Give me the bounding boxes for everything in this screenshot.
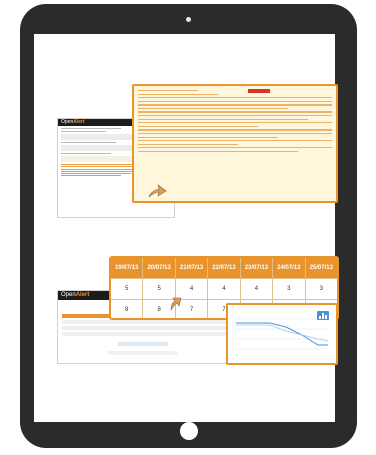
table-cell: 3	[319, 286, 323, 292]
table-row: 5 5 4 4 4 3 3	[111, 278, 337, 299]
popup-line	[138, 115, 332, 117]
popup-line	[138, 93, 218, 95]
table-header-cell: 25/07/13	[305, 258, 337, 278]
popup-red-badge	[248, 89, 270, 93]
table-header-cell: 22/07/13	[208, 258, 241, 278]
table-header-cell: 21/07/13	[175, 258, 209, 278]
popup-line	[138, 125, 258, 127]
series-line-2	[236, 324, 329, 342]
mini-table-row	[62, 326, 227, 330]
table-header-cell: 19/07/13	[111, 258, 144, 278]
popup-line	[138, 118, 308, 120]
mini-orange-line	[61, 173, 131, 175]
popup-line	[138, 132, 332, 135]
camera-dot	[186, 17, 191, 22]
popup-line	[138, 122, 332, 124]
popup-line	[138, 140, 332, 142]
popup-line	[138, 100, 332, 102]
popup-line	[138, 129, 332, 131]
table-header-cell: 23/07/13	[240, 258, 274, 278]
popup-line	[138, 97, 332, 99]
table-header-cell: 20/07/13	[143, 258, 176, 278]
popup-line	[138, 90, 198, 92]
logo-open: Open	[61, 292, 76, 298]
table-cell: 3	[273, 279, 306, 299]
trend-line-chart	[236, 318, 329, 350]
table-cell: 4	[241, 279, 274, 299]
mini-line	[61, 128, 121, 129]
popup-line	[138, 150, 298, 153]
logo-alert: Alert	[73, 119, 85, 125]
mini-orange-line	[61, 175, 121, 177]
mini-line	[61, 142, 116, 143]
table-cell: 8	[111, 300, 144, 318]
mini-table-row	[108, 351, 178, 355]
popup-line	[138, 111, 332, 113]
popup-line	[138, 136, 278, 138]
series-line	[236, 322, 328, 346]
popup-line	[138, 143, 238, 145]
table-cell: 4	[208, 279, 241, 299]
mini-table-row	[62, 320, 227, 324]
home-button[interactable]	[180, 422, 198, 440]
chart-popup	[226, 303, 338, 365]
popup-line	[138, 107, 288, 110]
table-header-row: 19/07/13 20/07/13 21/07/13 22/07/13 23/0…	[111, 258, 337, 278]
logo-alert: Alert	[75, 292, 90, 298]
mini-table-row	[118, 342, 168, 346]
mini-line	[61, 131, 106, 132]
popup-line	[138, 104, 332, 106]
pointer-arrow-icon	[170, 297, 182, 311]
mini-table-row	[62, 332, 227, 336]
pointer-arrow-icon	[148, 184, 167, 198]
mini-line	[61, 153, 111, 154]
table-header-cell: 24/07/13	[273, 258, 306, 278]
table-cell: 5	[111, 279, 144, 299]
popup-line	[138, 147, 332, 149]
logo-open: Open	[61, 119, 74, 125]
